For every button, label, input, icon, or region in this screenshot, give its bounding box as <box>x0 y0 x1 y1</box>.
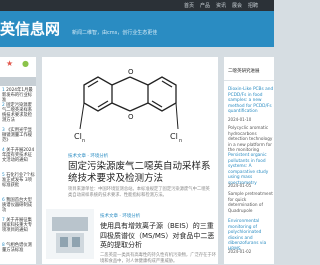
list-title: 我国首台大型质谱仪器研制成功 <box>2 198 33 213</box>
nav-home[interactable]: 首页 <box>184 2 194 9</box>
left-sidebar: ★ ● 1 2024年1月最新发布的行业标准 2 固定污染源废气二噁英采样系统技… <box>0 57 36 264</box>
dioxin-structure-image[interactable]: O O Cl n Cl n <box>42 57 218 153</box>
sidebar-desc: Polycyclic aromatic hydrocarbons detecti… <box>228 125 273 153</box>
sidebar-heading: 二噁英研究进展 <box>224 63 274 81</box>
sidebar-date: 2024-01-05 <box>228 183 252 188</box>
list-item[interactable]: 2 固定污染源废气二噁英采样系统技术要求及检测方法 <box>2 103 36 123</box>
list-item[interactable]: 8 气相色谱仪测量方法标准 <box>2 243 36 253</box>
sidebar-heading-text: 二噁英研究进展 <box>228 69 260 74</box>
article-tags[interactable]: 技术文章 · 环境分析 <box>100 213 140 219</box>
svg-text:O: O <box>128 68 134 76</box>
list-item[interactable]: 4 关于开展2024年度有奖技术征文活动的通知 <box>2 148 36 163</box>
list-title: 《实用光学显微镜测量工作规范》 <box>2 128 33 143</box>
list-item[interactable]: 5 石化行业7个标准正式发布 3项标准获批 <box>2 173 36 188</box>
list-title: 关于开展2024年度有奖技术征文活动的通知 <box>2 148 35 163</box>
site-slogan: 新闻二维智，由cms，创行业生态更佳 <box>72 30 158 36</box>
sidebar-date: 2024-01-10 <box>228 117 252 122</box>
svg-text:Cl: Cl <box>74 132 82 141</box>
article-excerpt: 项目来源单位：中国环境监测总站。本标准规定了固定污染源废气中二噁英类自动采样系统… <box>68 187 210 198</box>
nav-products[interactable]: 产品 <box>200 2 210 9</box>
article-thumbnail[interactable] <box>46 209 94 259</box>
list-item[interactable]: 6 我国首台大型质谱仪器研制成功 <box>2 198 36 213</box>
list-title: 2024年1月最新发布的行业标准 <box>2 88 33 103</box>
star-icon[interactable]: ★ <box>6 59 13 68</box>
article-title[interactable]: 固定污染源废气二噁英自动采样系统技术要求及检测方法 <box>68 161 214 185</box>
sidebar-heading-bar <box>0 77 36 86</box>
list-title: 关于开展征集国家科技重大专项项目的通知 <box>2 218 33 233</box>
article-tags[interactable]: 技术文章 · 环境分析 <box>68 153 108 159</box>
sidebar-date: 2024-01-02 <box>228 249 252 254</box>
nav-exhibition[interactable]: 展会 <box>232 2 242 9</box>
svg-text:n: n <box>82 138 85 144</box>
svg-text:O: O <box>128 113 134 121</box>
article-title[interactable]: 使用具有增效离子源（BEIS）的三重四极质谱仪（MS/MS）对食品中二恶英的提取… <box>100 222 216 251</box>
site-header: 英信息网 新闻二维智，由cms，创行业生态更佳 <box>0 11 274 47</box>
site-logo[interactable]: 英信息网 <box>0 18 60 39</box>
svg-text:n: n <box>179 138 182 144</box>
right-sidebar: 二噁英研究进展 Dioxin-Like PCBs and PCDD/Fs in … <box>224 57 274 264</box>
nav-jobs[interactable]: 招聘 <box>248 2 258 9</box>
sidebar-desc: Sample pretreatment for quick determinat… <box>228 191 273 213</box>
sidebar-link[interactable]: Persistent organic pollutants in food sy… <box>228 153 274 187</box>
list-item[interactable]: 7 关于开展征集国家科技重大专项项目的通知 <box>2 218 36 233</box>
chat-icon[interactable]: ● <box>22 59 29 68</box>
sidebar-link[interactable]: Environmental monitoring of polychlorina… <box>228 219 274 253</box>
list-item[interactable]: 1 2024年1月最新发布的行业标准 <box>2 88 36 103</box>
nav-news[interactable]: 资讯 <box>216 2 226 9</box>
list-item[interactable]: 3 《实用光学显微镜测量工作规范》 <box>2 128 36 143</box>
main-content: O O Cl n Cl n 技术文章 · 环境分析 固定污染源废气二噁英自动采样… <box>42 57 218 264</box>
svg-text:Cl: Cl <box>170 132 178 141</box>
list-title: 石化行业7个标准正式发布 3项标准获批 <box>2 173 35 188</box>
top-nav-bar: 首页 产品 资讯 展会 招聘 <box>0 0 274 11</box>
list-title: 固定污染源废气二噁英采样系统技术要求及检测方法 <box>2 103 33 123</box>
article-excerpt: 二恶英是一类具有高毒性的持久性有机污染物，广泛存在于环境和食品中，对人体健康构成… <box>100 253 217 264</box>
sidebar-link[interactable]: Dioxin-Like PCBs and PCDD/Fs in food sam… <box>228 87 274 115</box>
sidebar-tabs: ★ ● <box>0 57 36 75</box>
list-title: 气相色谱仪测量方法标准 <box>2 243 32 253</box>
